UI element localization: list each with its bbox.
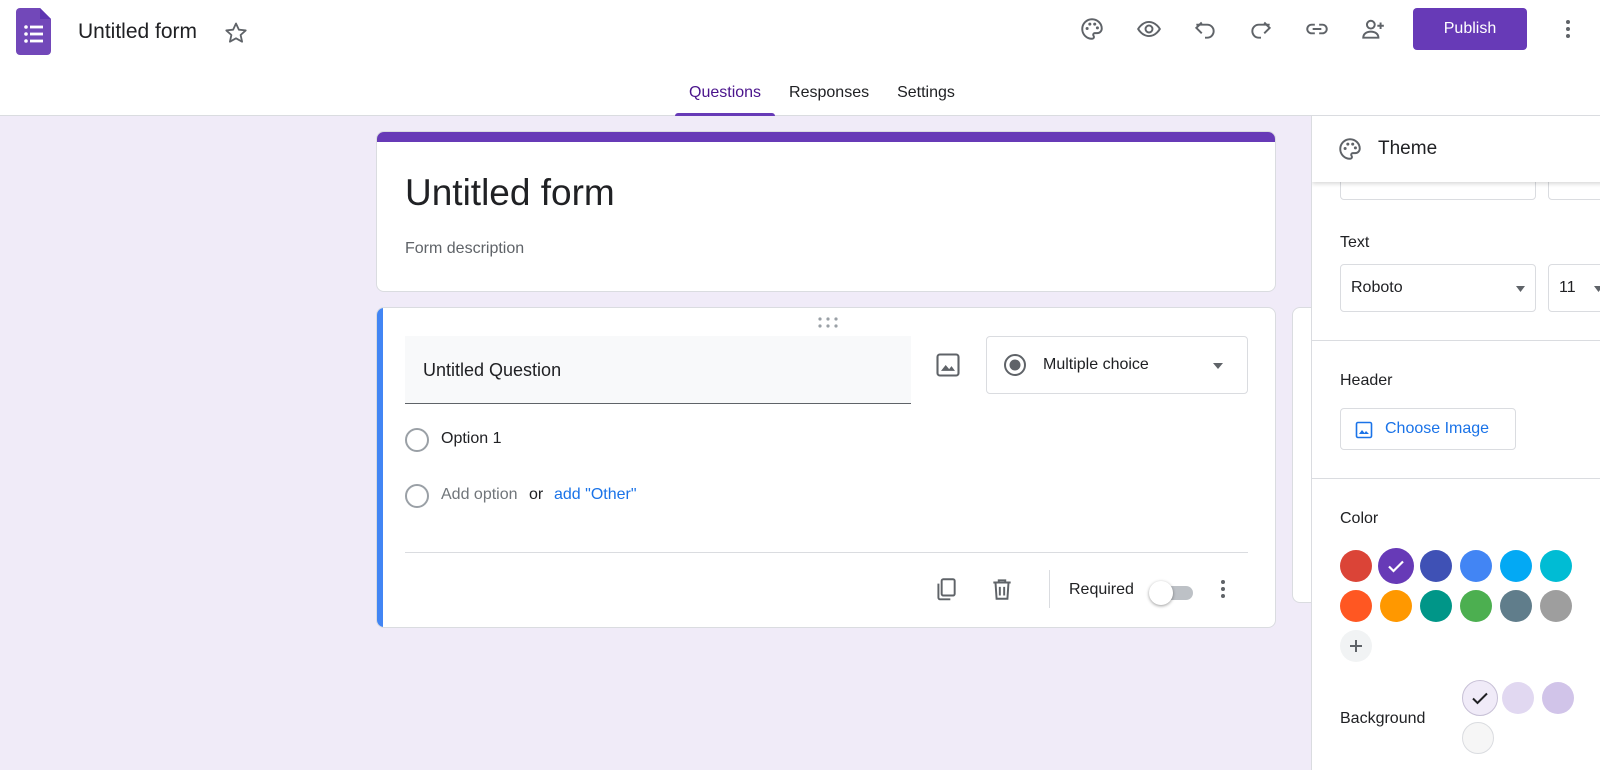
form-description-input[interactable]: Form description bbox=[405, 240, 524, 258]
color-swatch-orange[interactable] bbox=[1380, 590, 1412, 622]
color-swatch-blue-grey[interactable] bbox=[1500, 590, 1532, 622]
redo-icon[interactable] bbox=[1248, 16, 1274, 42]
add-option-link[interactable]: Add option bbox=[441, 486, 518, 504]
choose-image-button[interactable]: Choose Image bbox=[1340, 408, 1516, 450]
text-font-dropdown-icon bbox=[1516, 286, 1525, 292]
background-swatch-light-purple[interactable] bbox=[1502, 682, 1534, 714]
background-section-label: Background bbox=[1340, 710, 1426, 727]
header-section-label: Header bbox=[1340, 372, 1393, 389]
delete-icon[interactable] bbox=[989, 576, 1015, 602]
color-swatch-teal[interactable] bbox=[1420, 590, 1452, 622]
add-option-radio bbox=[405, 484, 429, 508]
form-title-input[interactable]: Untitled form bbox=[405, 172, 615, 214]
color-swatch-deep-orange[interactable] bbox=[1340, 590, 1372, 622]
footer-vertical-divider bbox=[1049, 570, 1050, 608]
palette-icon[interactable] bbox=[1079, 16, 1105, 42]
tab-settings[interactable]: Settings bbox=[883, 84, 969, 116]
text-size-value: 11 bbox=[1559, 279, 1576, 296]
question-footer-divider bbox=[405, 552, 1248, 553]
color-swatch-grey[interactable] bbox=[1540, 590, 1572, 622]
panel-divider-1 bbox=[1312, 340, 1600, 341]
theme-panel-header: Theme bbox=[1312, 116, 1600, 182]
color-swatch-green[interactable] bbox=[1460, 590, 1492, 622]
check-icon bbox=[1472, 692, 1488, 705]
tab-responses[interactable]: Responses bbox=[775, 84, 883, 116]
theme-palette-icon bbox=[1339, 138, 1361, 160]
text-style-label: Text bbox=[1340, 234, 1370, 251]
background-swatch-grey[interactable] bbox=[1462, 722, 1494, 754]
preview-eye-icon[interactable] bbox=[1136, 16, 1162, 42]
undo-icon[interactable] bbox=[1192, 16, 1218, 42]
or-text: or bbox=[529, 486, 544, 503]
link-icon[interactable] bbox=[1304, 16, 1330, 42]
color-swatch-red[interactable] bbox=[1340, 550, 1372, 582]
question-card[interactable]: Untitled Question Multiple choice Option… bbox=[376, 307, 1276, 628]
option-radio bbox=[405, 428, 429, 452]
add-other-link[interactable]: add "Other" bbox=[554, 486, 637, 504]
star-icon[interactable] bbox=[224, 21, 248, 45]
text-font-select[interactable]: Roboto bbox=[1340, 264, 1536, 312]
add-custom-color-button[interactable] bbox=[1340, 630, 1372, 662]
question-type-dropdown[interactable]: Multiple choice bbox=[986, 336, 1248, 394]
required-toggle[interactable] bbox=[1149, 581, 1193, 605]
form-title-card[interactable]: Untitled form Form description bbox=[376, 131, 1276, 292]
color-swatch-cyan[interactable] bbox=[1540, 550, 1572, 582]
dropdown-arrow-icon bbox=[1213, 363, 1223, 369]
option-1-text[interactable]: Option 1 bbox=[441, 430, 501, 448]
toggle-thumb bbox=[1149, 581, 1173, 605]
text-font-value: Roboto bbox=[1351, 279, 1403, 296]
more-options-icon[interactable] bbox=[1556, 16, 1580, 42]
accent-band bbox=[377, 132, 1275, 142]
background-swatch-purple[interactable] bbox=[1542, 682, 1574, 714]
color-swatch-indigo[interactable] bbox=[1420, 550, 1452, 582]
theme-title: Theme bbox=[1378, 138, 1438, 159]
plus-icon bbox=[1350, 640, 1362, 652]
text-size-select[interactable]: 11 bbox=[1548, 264, 1600, 312]
active-question-indicator bbox=[377, 308, 383, 627]
color-swatch-light-blue[interactable] bbox=[1500, 550, 1532, 582]
duplicate-icon[interactable] bbox=[933, 576, 959, 602]
add-collaborator-icon[interactable] bbox=[1360, 16, 1386, 42]
form-tabs: Questions Responses Settings bbox=[675, 84, 969, 116]
choose-image-label: Choose Image bbox=[1385, 420, 1490, 437]
color-swatch-purple-selected[interactable] bbox=[1378, 548, 1414, 584]
question-title-input[interactable]: Untitled Question bbox=[405, 336, 911, 404]
color-swatch-blue[interactable] bbox=[1460, 550, 1492, 582]
image-icon bbox=[1355, 421, 1373, 439]
required-label: Required bbox=[1069, 581, 1134, 598]
add-image-icon[interactable] bbox=[934, 351, 962, 379]
tab-questions[interactable]: Questions bbox=[675, 84, 776, 116]
top-bar: Untitled form Publish Questions Response… bbox=[0, 0, 1600, 116]
background-swatch-selected[interactable] bbox=[1462, 680, 1498, 716]
question-more-icon[interactable] bbox=[1213, 576, 1233, 602]
form-title-header[interactable]: Untitled form bbox=[78, 20, 197, 44]
theme-panel: Theme Roboto 12 Text Roboto 11 Header Ch… bbox=[1311, 116, 1600, 770]
panel-divider-2 bbox=[1312, 478, 1600, 479]
question-type-label: Multiple choice bbox=[1043, 356, 1149, 373]
check-icon bbox=[1388, 560, 1404, 573]
publish-button[interactable]: Publish bbox=[1413, 8, 1527, 50]
drag-handle-icon[interactable] bbox=[817, 316, 839, 330]
radio-checked-icon bbox=[1004, 354, 1026, 376]
forms-logo-icon[interactable] bbox=[16, 8, 51, 55]
color-section-label: Color bbox=[1340, 510, 1379, 527]
text-size-dropdown-icon bbox=[1594, 286, 1600, 292]
